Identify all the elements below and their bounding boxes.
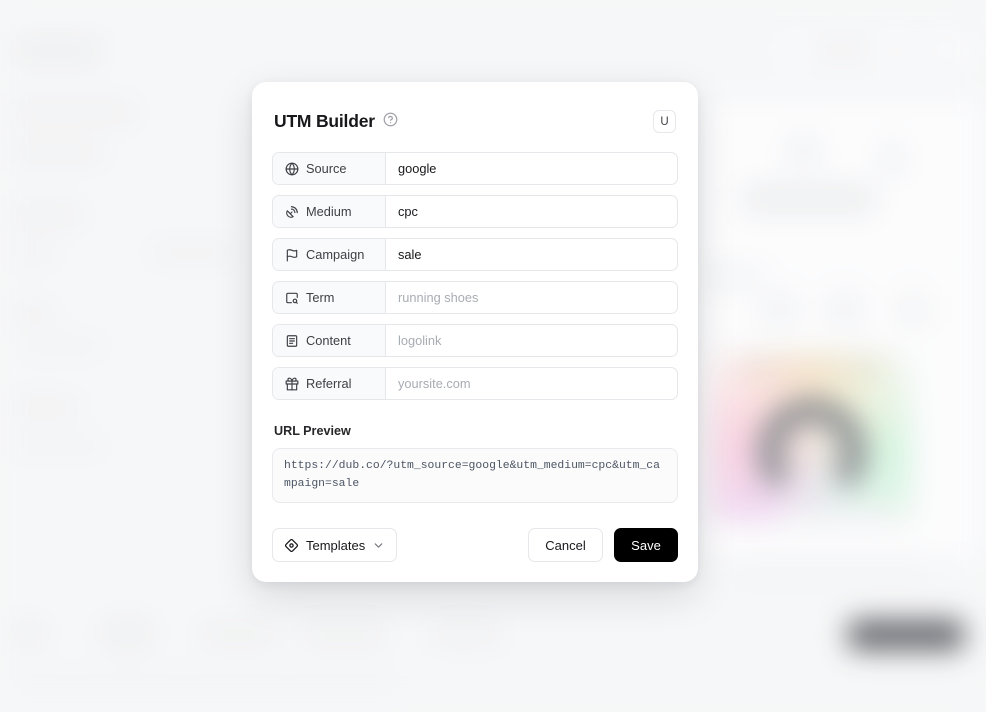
field-row-medium: Medium [272, 195, 678, 228]
globe-icon [285, 162, 299, 176]
field-label-text-medium: Medium [306, 204, 352, 219]
url-preview-box: https://dub.co/?utm_source=google&utm_me… [272, 448, 678, 504]
utm-fields-list: Source Medium [272, 152, 678, 400]
field-label-text-referral: Referral [306, 376, 352, 391]
templates-button-label: Templates [306, 537, 366, 553]
keyboard-shortcut-badge: U [653, 110, 676, 133]
field-label-source: Source [273, 153, 386, 184]
page-title: UTM Builder [274, 111, 375, 131]
modal-footer: Templates Cancel Save [272, 528, 678, 563]
url-preview-text: https://dub.co/?utm_source=google&utm_me… [284, 460, 660, 490]
utm-builder-modal: UTM Builder U Source google Medium cpc C… [252, 82, 698, 583]
field-label-text-campaign: Campaign [306, 247, 365, 262]
field-label-text-source: Source [306, 161, 347, 176]
field-label-campaign: Campaign [273, 239, 386, 270]
medium-input[interactable] [386, 196, 677, 227]
source-input[interactable] [386, 153, 677, 184]
save-button[interactable]: Save [614, 528, 678, 563]
footer-actions: Cancel Save [528, 528, 678, 563]
modal-header: UTM Builder U [272, 102, 678, 133]
search-box-icon [285, 291, 299, 305]
templates-button[interactable]: Templates [272, 528, 398, 563]
field-label-term: Term [273, 282, 386, 313]
satellite-dish-icon [285, 205, 299, 219]
flag-icon [285, 248, 299, 262]
field-row-campaign: Campaign [272, 238, 678, 271]
chevron-down-icon [372, 539, 385, 552]
field-row-content: Content [272, 324, 678, 357]
field-label-text-term: Term [306, 290, 335, 305]
url-preview-section: URL Preview https://dub.co/?utm_source=g… [272, 424, 678, 504]
gift-icon [285, 377, 299, 391]
term-input[interactable] [386, 282, 677, 313]
campaign-input[interactable] [386, 239, 677, 270]
field-row-term: Term [272, 281, 678, 314]
field-row-referral: Referral [272, 367, 678, 400]
field-label-text-content: Content [306, 333, 351, 348]
gem-icon [284, 538, 299, 553]
document-icon [285, 334, 299, 348]
field-label-medium: Medium [273, 196, 386, 227]
url-preview-heading: URL Preview [274, 424, 351, 438]
field-row-source: Source [272, 152, 678, 185]
content-input[interactable] [386, 325, 677, 356]
question-circle-icon[interactable] [383, 112, 398, 132]
modal-title-group: UTM Builder [274, 111, 398, 132]
field-label-referral: Referral [273, 368, 386, 399]
field-label-content: Content [273, 325, 386, 356]
cancel-button[interactable]: Cancel [528, 528, 603, 563]
referral-input[interactable] [386, 368, 677, 399]
